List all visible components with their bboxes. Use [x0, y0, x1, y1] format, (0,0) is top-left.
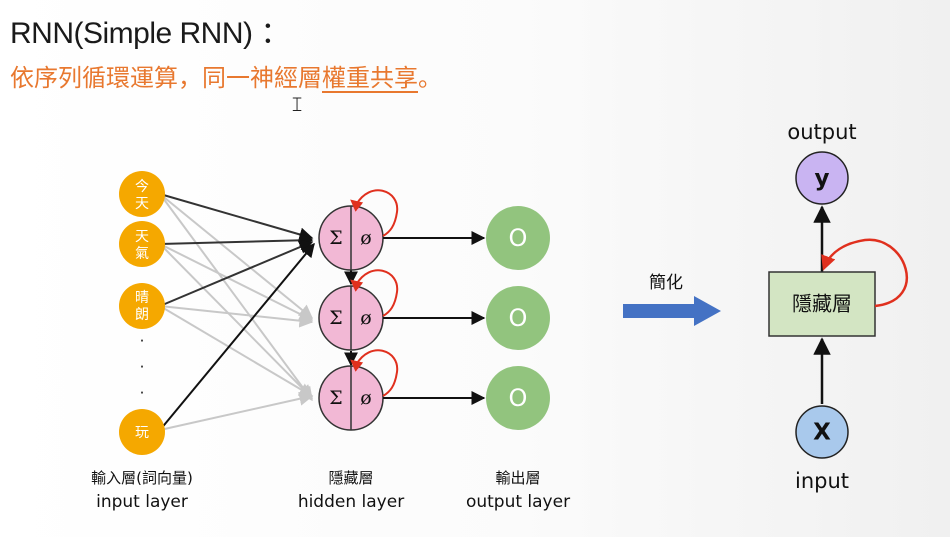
hidden-node-1: Σ ø — [318, 189, 399, 271]
hidden-2-sum-symbol: Σ — [329, 307, 342, 329]
hidden-3-activation-symbol: ø — [360, 387, 371, 409]
simple-hidden-label: 隱藏層 — [792, 292, 852, 316]
input-node-2: 天 氣 — [119, 221, 165, 267]
hidden-1-sum-symbol: Σ — [329, 227, 342, 249]
input-node-1-char-1: 今 — [135, 179, 149, 195]
simple-input-letter: X — [813, 420, 831, 446]
output-3-symbol: O — [509, 384, 528, 412]
simple-input-label: input — [795, 469, 849, 493]
hidden-layer-label-en: hidden layer — [298, 492, 404, 512]
rnn-diagram: 今 天 天 氣 晴 朗 · · · 玩 Σ ø Σ ø Σ ø O O O 輸入… — [91, 120, 908, 512]
simple-output-letter: y — [815, 166, 830, 192]
input-node-1-char-2: 天 — [135, 196, 149, 212]
hidden-layer-label-zh: 隱藏層 — [328, 469, 373, 487]
ellipsis-dot-2: · — [140, 358, 145, 376]
output-layer-label-en: output layer — [466, 492, 570, 512]
simplify-arrow: 簡化 — [623, 273, 721, 326]
input-node-2-char-2: 氣 — [135, 246, 149, 262]
output-2-symbol: O — [509, 304, 528, 332]
output-node-2: O — [486, 286, 550, 350]
output-node-3: O — [486, 366, 550, 430]
hidden-output-connections — [383, 231, 486, 405]
input-ellipsis: · · · — [140, 332, 145, 402]
hidden-3-sum-symbol: Σ — [329, 387, 342, 409]
input-node-3: 晴 朗 — [119, 283, 165, 329]
input-layer-label-zh: 輸入層(詞向量) — [91, 469, 193, 487]
hidden-node-3: Σ ø — [318, 349, 399, 431]
input-node-3-char-1: 晴 — [135, 290, 149, 306]
hidden-node-2: Σ ø — [318, 269, 399, 351]
output-1-symbol: O — [509, 224, 528, 252]
input-node-2-char-1: 天 — [135, 229, 149, 245]
hidden-2-activation-symbol: ø — [360, 307, 371, 329]
input-node-4-char-1: 玩 — [135, 425, 149, 441]
output-node-1: O — [486, 206, 550, 270]
ellipsis-dot-3: · — [140, 384, 145, 402]
simplify-label: 簡化 — [649, 273, 683, 293]
input-layer-label-en: input layer — [96, 492, 188, 512]
hidden-1-activation-symbol: ø — [360, 227, 371, 249]
input-node-4: 玩 — [119, 409, 165, 455]
output-layer-label-zh: 輸出層 — [495, 469, 540, 487]
input-hidden-connections — [159, 193, 315, 431]
input-node-1: 今 天 — [119, 171, 165, 217]
simple-output-label: output — [787, 120, 856, 144]
input-node-3-char-2: 朗 — [135, 307, 149, 323]
ellipsis-dot-1: · — [140, 332, 145, 350]
simplified-rnn: output y 隱藏層 X input — [768, 120, 908, 493]
